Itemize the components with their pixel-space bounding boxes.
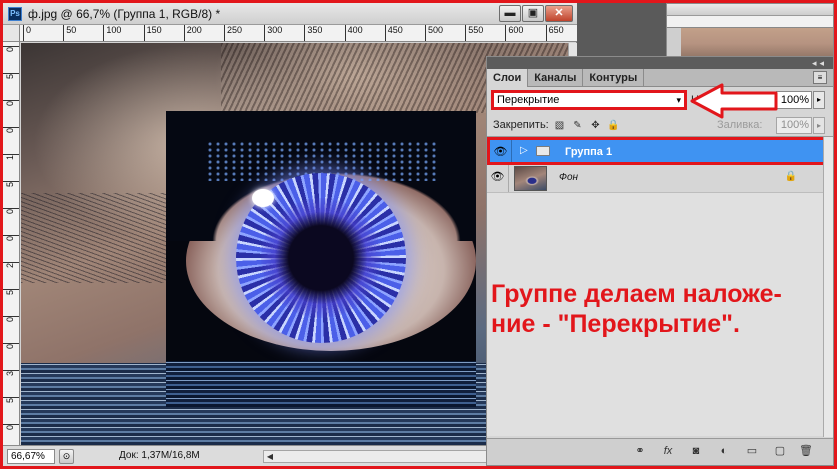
ruler-tick-label: 600	[505, 25, 523, 41]
window-controls: ▬ ▣ ✕	[499, 5, 573, 22]
ruler-tick-label: 5	[3, 289, 19, 297]
blend-mode-select[interactable]: Перекрытие ▾	[491, 90, 687, 110]
ruler-tick-label: 2	[3, 262, 19, 270]
ruler-tick-label: 400	[344, 25, 363, 41]
annotation-text: Группе делаем наложе- ние - "Перекрытие"…	[491, 280, 782, 338]
panel-bottom-toolbar: ⚭ fx ◙ ◐ ▭ ▢ 🗑	[487, 438, 833, 465]
blend-mode-value: Перекрытие	[497, 94, 560, 106]
red-pointer-arrow-icon	[690, 83, 778, 119]
background-document-title-bar[interactable]	[667, 4, 833, 16]
ruler-tick-label: 0	[3, 46, 19, 54]
document-title-bar[interactable]: Ps ф.jpg @ 66,7% (Группа 1, RGB/8) * ▬ ▣…	[3, 3, 577, 25]
adjustment-layer-icon[interactable]: ◐	[715, 443, 733, 459]
expand-triangle-icon[interactable]: ▷	[520, 145, 528, 156]
eye-water-reflection	[166, 361, 476, 407]
horizontal-ruler[interactable]: 0 50 100 150 200 250 300 350 400 450 500 550 600 650	[20, 25, 577, 42]
lock-transparency-icon[interactable]: ▧	[553, 119, 566, 132]
trash-icon[interactable]: 🗑	[797, 443, 815, 459]
group-layer-eye-image	[166, 111, 476, 407]
layers-panel: ◂◂ Слои Каналы Контуры ≡ Перекрытие ▾ Н …	[486, 56, 834, 466]
ruler-tick-label: 500	[425, 25, 443, 41]
lock-icon: 🔒	[784, 171, 797, 182]
background-document-image	[681, 28, 833, 57]
lock-pixels-brush-icon[interactable]: ✎	[571, 119, 584, 132]
ruler-tick-label: 0	[3, 316, 19, 324]
ruler-tick-label: 0	[3, 208, 19, 216]
layers-vertical-scrollbar[interactable]	[823, 137, 833, 437]
ruler-tick-label: 0	[3, 235, 19, 243]
ruler-tick-label: 150	[143, 25, 162, 41]
ruler-tick-label: 3	[3, 370, 19, 378]
layer-name: Фон	[559, 172, 579, 183]
minimize-button[interactable]: ▬	[499, 5, 521, 22]
document-title: ф.jpg @ 66,7% (Группа 1, RGB/8) *	[28, 7, 221, 21]
ruler-tick-label: 0	[3, 424, 19, 432]
visibility-eye-icon[interactable]: 👁	[490, 140, 512, 162]
ruler-tick-label: 0	[3, 127, 19, 135]
link-layers-icon[interactable]: ⚭	[631, 443, 649, 459]
background-document-ruler	[667, 16, 833, 28]
opacity-input[interactable]: 100%	[776, 91, 812, 109]
new-layer-icon[interactable]: ▢	[771, 443, 789, 459]
panel-top-bar[interactable]: ◂◂	[487, 57, 833, 69]
ruler-tick-label: 0	[23, 25, 31, 41]
tab-paths[interactable]: Контуры	[583, 69, 645, 87]
ruler-tick-label: 300	[264, 25, 282, 41]
folder-icon	[536, 146, 550, 156]
fill-label: Заливка:	[717, 119, 763, 131]
ruler-tick-label: 350	[304, 25, 322, 41]
layer-style-fx-icon[interactable]: fx	[659, 443, 677, 459]
chevron-down-icon: ▾	[676, 95, 681, 105]
fill-slider-button[interactable]: ▸	[813, 117, 825, 134]
vertical-ruler[interactable]: 0 5 0 0 1 5 0 0 2 5 0 0 3 5 0	[3, 42, 20, 445]
lock-label: Закрепить:	[493, 119, 549, 131]
ruler-tick-label: 50	[63, 25, 76, 41]
blend-mode-row: Перекрытие ▾ Н 100% ▸	[487, 88, 833, 112]
layer-row-group-1[interactable]: 👁 ▷ Группа 1	[487, 137, 833, 165]
eye-pupil	[261, 198, 381, 318]
document-size-info: Док: 1,37M/16,8M	[119, 450, 200, 461]
ruler-tick-label: 5	[3, 397, 19, 405]
ruler-tick-label: 200	[183, 25, 202, 41]
ruler-tick-label: 0	[3, 100, 19, 108]
lock-row: Закрепить: ▧ ✎ ✥ 🔒 Заливка: 100% ▸	[487, 116, 833, 136]
new-group-folder-icon[interactable]: ▭	[743, 443, 761, 459]
ruler-tick-label: 100	[103, 25, 121, 41]
ruler-tick-label: 1	[3, 154, 19, 162]
ruler-tick-label: 250	[224, 25, 242, 41]
panel-menu-icon[interactable]: ≡	[813, 71, 827, 84]
ruler-origin[interactable]	[3, 25, 20, 42]
opacity-slider-button[interactable]: ▸	[813, 91, 825, 109]
zoom-level-field[interactable]: 66,67%	[7, 449, 55, 464]
fill-input[interactable]: 100%	[776, 117, 812, 134]
visibility-eye-icon[interactable]: 👁	[487, 165, 509, 192]
panel-tabs: Слои Каналы Контуры ≡	[487, 69, 833, 87]
status-menu-icon[interactable]: ⊙	[59, 449, 74, 464]
layer-name: Группа 1	[565, 146, 613, 158]
ruler-tick-label: 0	[3, 343, 19, 351]
maximize-button[interactable]: ▣	[522, 5, 544, 22]
tab-channels[interactable]: Каналы	[528, 69, 584, 87]
ruler-tick-label: 550	[465, 25, 483, 41]
background-document-window[interactable]	[666, 3, 834, 58]
ruler-tick-label: 450	[384, 25, 403, 41]
tab-layers[interactable]: Слои	[487, 69, 529, 87]
scroll-left-arrow-icon[interactable]: ◀	[264, 451, 276, 462]
panel-collapse-icon[interactable]: ◂◂	[812, 57, 827, 69]
close-button[interactable]: ✕	[545, 5, 573, 22]
ruler-tick-label: 5	[3, 181, 19, 189]
lock-position-move-icon[interactable]: ✥	[589, 119, 602, 132]
lock-all-icon[interactable]: 🔒	[607, 119, 620, 132]
ruler-tick-label: 650	[545, 25, 564, 41]
ruler-tick-label: 5	[3, 73, 19, 81]
layers-list: 👁 ▷ Группа 1 👁 Фон 🔒 Группе делаем налож…	[487, 136, 833, 437]
add-mask-icon[interactable]: ◙	[687, 443, 705, 459]
layer-thumbnail	[514, 166, 547, 191]
photoshop-app-icon: Ps	[8, 7, 22, 21]
eye-glint	[252, 189, 274, 207]
layer-row-background[interactable]: 👁 Фон 🔒	[487, 165, 833, 193]
